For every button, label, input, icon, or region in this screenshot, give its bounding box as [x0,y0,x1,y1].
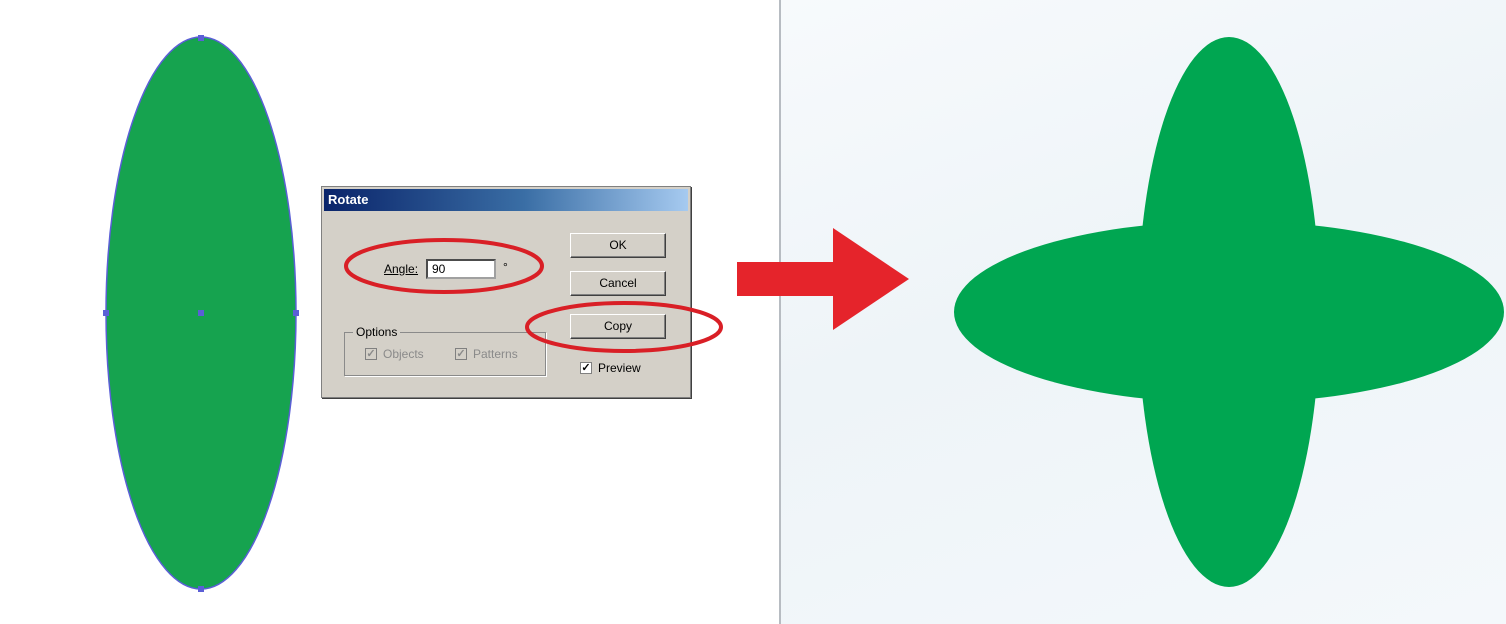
ok-button[interactable]: OK [570,233,666,258]
objects-label: Objects [383,347,424,361]
anchor-point-top[interactable] [198,35,204,41]
checkmark-icon: ✓ [581,362,591,374]
cancel-button[interactable]: Cancel [570,271,666,296]
arrow-right-icon [737,228,909,330]
options-label: Options [353,325,401,339]
copy-button[interactable]: Copy [570,314,666,339]
illustration-canvas [103,35,1504,592]
objects-checkbox[interactable]: ✓ [365,348,377,360]
patterns-label: Patterns [473,347,518,361]
patterns-checkbox[interactable]: ✓ [455,348,467,360]
dialog-title: Rotate [324,189,688,211]
result-ellipse-horizontal [954,221,1504,403]
center-point [198,310,204,316]
anchor-point-bottom[interactable] [198,586,204,592]
anchor-point-right[interactable] [293,310,299,316]
options-group: Options ✓ Objects ✓ Patterns [344,325,546,376]
angle-input[interactable]: 90 [426,259,496,279]
anchor-point-left[interactable] [103,310,109,316]
degree-symbol: ° [503,260,508,274]
checkmark-icon: ✓ [366,348,376,360]
angle-label: Angle: [384,262,419,276]
rotate-dialog: Rotate Angle: 90 ° OK Cancel Copy Option… [321,186,691,398]
preview-label: Preview [598,361,641,375]
preview-checkbox[interactable]: ✓ [580,362,592,374]
checkmark-icon: ✓ [456,348,466,360]
